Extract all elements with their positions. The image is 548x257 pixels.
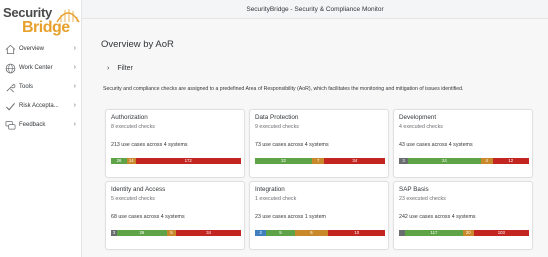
sidebar-item-risk-acceptance[interactable]: Risk Accepta... › xyxy=(0,97,82,116)
card-title: Integration xyxy=(255,186,285,193)
status-segment-green[interactable]: 26 xyxy=(111,158,127,164)
status-segment-red[interactable]: 34 xyxy=(324,158,385,164)
sidebar: Security Bridge Overview › Work Center ›… xyxy=(0,0,82,257)
bridge-icon xyxy=(56,9,80,23)
shell-header: SecurityBridge - Security & Compliance M… xyxy=(82,0,548,19)
aor-card-authorization[interactable]: Authorization 8 executed checks 213 use … xyxy=(105,109,245,178)
aor-card-data-protection[interactable]: Data Protection 9 executed checks 73 use… xyxy=(249,109,389,178)
chevron-right-icon: › xyxy=(73,102,76,109)
side-navigation: Overview › Work Center › Tools › Risk Ac… xyxy=(0,40,82,135)
card-checks: 4 executed checks xyxy=(399,124,443,130)
card-checks: 9 executed checks xyxy=(255,124,299,130)
aor-card-development[interactable]: Development 4 executed checks 43 use cas… xyxy=(393,109,533,178)
aor-card-identity-access[interactable]: Identity and Access 5 executed checks 68… xyxy=(105,181,245,250)
status-segment-red[interactable]: 10 xyxy=(328,230,385,236)
logo-word-security: Security xyxy=(3,5,52,20)
sidebar-item-tools[interactable]: Tools › xyxy=(0,78,82,97)
sidebar-item-work-center[interactable]: Work Center › xyxy=(0,59,82,78)
status-segment-blue[interactable]: 2 xyxy=(255,230,267,236)
page-title: Overview by AoR xyxy=(101,39,174,50)
card-use-cases: 242 use cases across 4 systems xyxy=(399,214,476,220)
sidebar-item-label: Tools xyxy=(19,84,34,90)
chevron-right-icon: › xyxy=(73,64,76,71)
status-segment-orange[interactable]: 5 xyxy=(166,230,177,236)
filter-label: Filter xyxy=(117,65,133,72)
status-segment-grey[interactable]: 3 xyxy=(399,158,409,164)
card-use-cases: 73 use cases across 4 systems xyxy=(255,142,329,148)
card-use-cases: 213 use cases across 4 systems xyxy=(111,142,188,148)
status-segment-green[interactable]: 26 xyxy=(117,230,167,236)
status-bar: 32 7 34 xyxy=(255,158,385,164)
chevron-right-icon: › xyxy=(107,65,110,72)
app-title: SecurityBridge - Security & Compliance M… xyxy=(246,6,384,13)
filter-toggle[interactable]: › Filter xyxy=(107,65,133,72)
status-bar: 3 24 4 12 xyxy=(399,158,529,164)
status-segment-green[interactable]: 5 xyxy=(266,230,295,236)
feedback-icon xyxy=(5,121,16,130)
chevron-right-icon: › xyxy=(73,45,76,52)
card-title: Data Protection xyxy=(255,114,299,121)
card-checks: 5 executed checks xyxy=(111,196,155,202)
sidebar-item-overview[interactable]: Overview › xyxy=(0,40,82,59)
status-segment-green[interactable]: 117 xyxy=(405,230,463,236)
status-bar: 117 20 103 xyxy=(399,230,529,236)
card-title: Development xyxy=(399,114,437,121)
card-title: Authorization xyxy=(111,114,148,121)
tools-icon xyxy=(6,83,16,93)
card-title: Identity and Access xyxy=(111,186,166,193)
status-segment-green[interactable]: 32 xyxy=(255,158,312,164)
sidebar-item-label: Feedback xyxy=(19,122,46,128)
card-use-cases: 43 use cases across 4 systems xyxy=(399,142,473,148)
main-content: Overview by AoR › Filter Security and co… xyxy=(82,19,548,257)
sidebar-item-label: Work Center xyxy=(19,65,53,71)
status-segment-orange[interactable]: 6 xyxy=(294,230,329,236)
status-segment-orange[interactable]: 4 xyxy=(480,158,493,164)
card-use-cases: 23 use cases across 1 system xyxy=(255,214,326,220)
card-checks: 1 executed check xyxy=(255,196,297,202)
status-segment-orange[interactable]: 20 xyxy=(462,230,474,236)
status-bar: 2 5 6 10 xyxy=(255,230,385,236)
aor-card-integration[interactable]: Integration 1 executed check 23 use case… xyxy=(249,181,389,250)
card-title: SAP Basis xyxy=(399,186,429,193)
aor-card-sap-basis[interactable]: SAP Basis 23 executed checks 242 use cas… xyxy=(393,181,533,250)
checkmark-icon xyxy=(6,102,16,111)
status-segment-orange[interactable]: 14 xyxy=(126,158,136,164)
sidebar-item-label: Overview xyxy=(19,46,45,52)
sidebar-item-label: Risk Accepta... xyxy=(19,103,59,109)
home-icon xyxy=(5,44,16,55)
status-segment-green[interactable]: 24 xyxy=(408,158,481,164)
status-segment-red[interactable]: 12 xyxy=(492,158,529,164)
globe-icon xyxy=(5,63,16,74)
status-bar: 3 26 5 34 xyxy=(111,230,241,236)
status-bar: 26 14 172 xyxy=(111,158,241,164)
chevron-right-icon: › xyxy=(73,121,76,128)
card-use-cases: 68 use cases across 4 systems xyxy=(111,214,185,220)
status-segment-red[interactable]: 34 xyxy=(176,230,241,236)
chevron-right-icon: › xyxy=(73,83,76,90)
sidebar-item-feedback[interactable]: Feedback › xyxy=(0,116,82,135)
status-segment-orange[interactable]: 7 xyxy=(311,158,325,164)
info-text: Security and compliance checks are assig… xyxy=(103,86,464,92)
status-segment-red[interactable]: 172 xyxy=(135,158,241,164)
card-checks: 23 executed checks xyxy=(399,196,446,202)
securitybridge-logo[interactable]: Security Bridge xyxy=(3,4,81,36)
status-segment-red[interactable]: 103 xyxy=(473,230,529,236)
card-checks: 8 executed checks xyxy=(111,124,155,130)
